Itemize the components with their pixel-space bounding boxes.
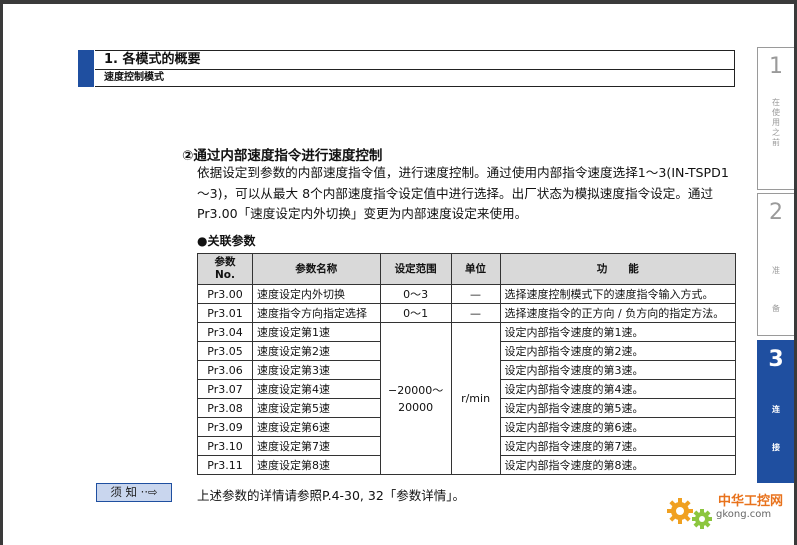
col-header-no: 参数 No. [197,253,253,285]
cell-name: 速度设定第1速 [251,322,381,342]
window-top-border [0,0,797,4]
watermark-url: gkong.com [716,509,772,520]
cell-no: Pr3.07 [197,379,253,399]
col-header-name: 参数名称 [251,253,381,285]
cell-no: Pr3.08 [197,398,253,418]
cell-function: 设定内部指令速度的第6速。 [499,417,737,437]
cell-name: 速度设定第7速 [251,436,381,456]
cell-no: Pr3.11 [197,455,253,475]
related-params-title: ●关联参数 [197,234,256,248]
note-text: 上述参数的详情请参照P.4-30, 32「参数详情」。 [197,488,466,503]
cell-function: 选择速度控制模式下的速度指令输入方式。 [499,284,737,304]
side-tab-2-label: 准 备 [772,266,780,313]
cell-range: 0～3 [379,284,452,304]
cell-name: 速度设定第6速 [251,417,381,437]
window-left-border [0,0,3,545]
cell-range-merged: −20000～ 20000 [379,322,452,475]
cell-name: 速度设定内外切换 [251,284,381,304]
cell-no: Pr3.09 [197,417,253,437]
cell-no: Pr3.05 [197,341,253,361]
cell-name: 速度设定第4速 [251,379,381,399]
cell-range: 0～1 [379,303,452,323]
side-tab-2-number: 2 [769,200,783,225]
cell-function: 设定内部指令速度的第1速。 [499,322,737,342]
table-header-row: 参数 No. 参数名称 设定范围 单位 功 能 [197,253,737,285]
chapter-title: 1. 各模式的概要 [95,50,735,70]
cell-unit-merged: r/min [450,322,501,475]
col-header-unit: 单位 [450,253,501,285]
side-tab-3-label: 连 接 [772,405,780,452]
note-button[interactable]: 须 知 ··⇨ [96,483,172,502]
cell-no: Pr3.01 [197,303,253,323]
cell-name: 速度设定第2速 [251,341,381,361]
side-tab-2[interactable]: 2 准 备 [757,193,794,336]
table-row: Pr3.04 速度设定第1速 −20000～ 20000 r/min 设定内部指… [197,322,737,475]
cell-function: 设定内部指令速度的第3速。 [499,360,737,380]
side-tab-1[interactable]: 1 在 使 用 之 前 [757,47,794,190]
cell-function: 设定内部指令速度的第7速。 [499,436,737,456]
cell-function: 选择速度指令的正方向 / 负方向的指定方法。 [499,303,737,323]
watermark-name: 中华工控网 [718,494,784,509]
cell-unit: — [450,303,501,323]
cell-name: 速度指令方向指定选择 [251,303,381,323]
side-tab-1-number: 1 [769,54,783,79]
cell-no: Pr3.10 [197,436,253,456]
table-row: Pr3.00 速度设定内外切换 0～3 — 选择速度控制模式下的速度指令输入方式… [197,284,737,304]
parameter-table: 参数 No. 参数名称 设定范围 单位 功 能 Pr3.00 速度设定内外切换 … [197,253,737,475]
section-paragraph: 依据设定到参数的内部速度指令值，进行速度控制。通过使用内部指令速度选择1～3(I… [197,165,729,221]
col-header-function: 功 能 [499,253,737,285]
cell-function: 设定内部指令速度的第5速。 [499,398,737,418]
header-accent-bar [78,50,94,87]
side-tab-3-active[interactable]: 3 连 接 [757,340,794,483]
side-tab-3-number: 3 [768,347,784,372]
col-header-range: 设定范围 [379,253,452,285]
cell-function: 设定内部指令速度的第8速。 [499,455,737,475]
cell-function: 设定内部指令速度的第2速。 [499,341,737,361]
side-tab-1-label: 在 使 用 之 前 [772,98,780,147]
cell-name: 速度设定第5速 [251,398,381,418]
table-row: Pr3.01 速度指令方向指定选择 0～1 — 选择速度指令的正方向 / 负方向… [197,303,737,323]
cell-no: Pr3.06 [197,360,253,380]
cell-name: 速度设定第3速 [251,360,381,380]
cell-unit: — [450,284,501,304]
cell-no: Pr3.04 [197,322,253,342]
section-title: ②通过内部速度指令进行速度控制 [182,148,383,164]
cell-function: 设定内部指令速度的第4速。 [499,379,737,399]
cell-name: 速度设定第8速 [251,455,381,475]
cell-no: Pr3.00 [197,284,253,304]
chapter-subtitle: 速度控制模式 [95,70,735,87]
